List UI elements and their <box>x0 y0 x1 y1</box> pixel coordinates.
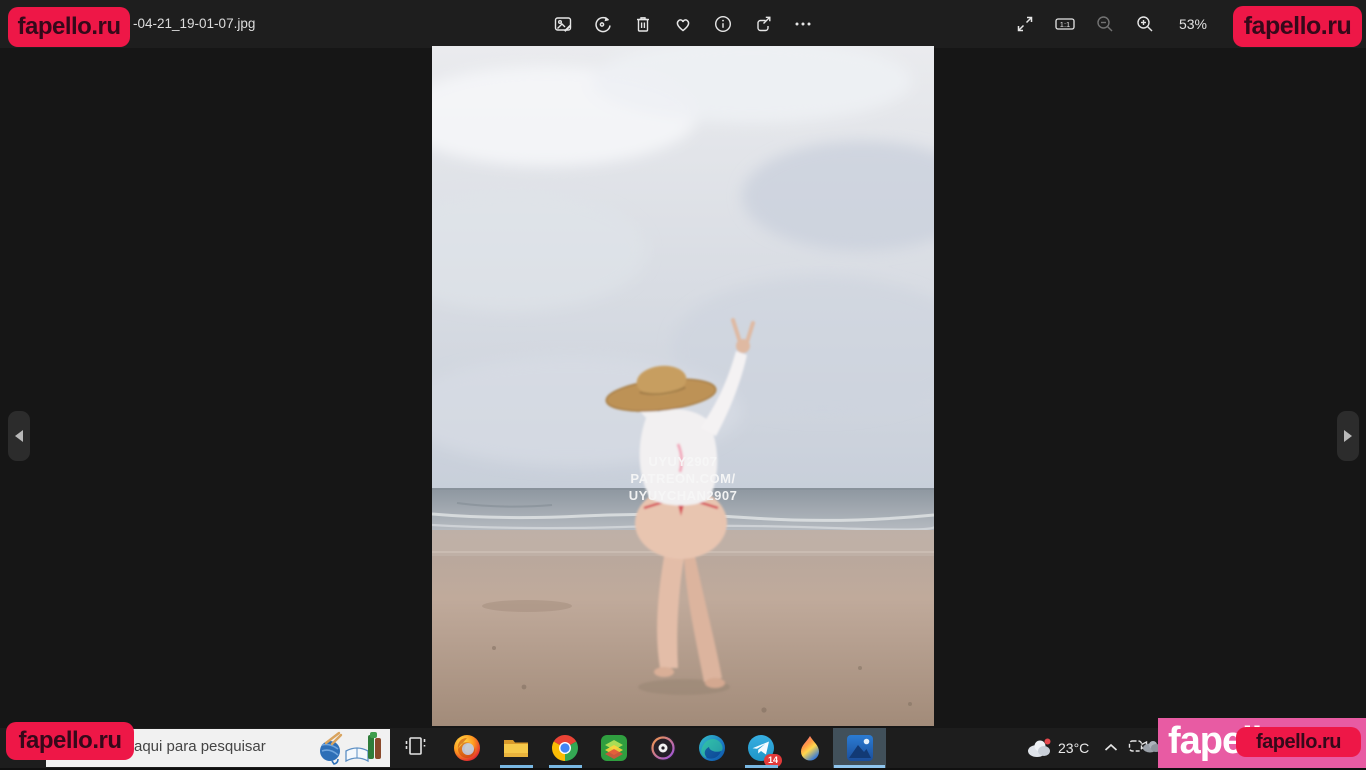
next-image-button[interactable] <box>1337 411 1359 461</box>
chrome-icon <box>550 733 580 763</box>
edit-image-icon <box>553 14 573 34</box>
svg-text:1:1: 1:1 <box>1060 20 1070 29</box>
media-disc-icon <box>648 733 678 763</box>
chevron-up-icon <box>1104 739 1118 757</box>
svg-text:UYUYCHAN2907: UYUYCHAN2907 <box>629 488 738 503</box>
watermark-badge-bottom-left: fapello.ru <box>6 722 134 760</box>
edge-taskbar-icon[interactable] <box>689 728 735 768</box>
tray-overflow-button[interactable] <box>1098 728 1124 768</box>
task-view-icon <box>404 734 428 763</box>
favorite-button[interactable] <box>665 6 701 42</box>
bluestacks-icon <box>599 733 629 763</box>
file-explorer-icon <box>501 733 531 763</box>
edit-image-button[interactable] <box>545 6 581 42</box>
watermark-badge-top-left: fapello.ru <box>8 7 130 47</box>
chevron-right-icon <box>1342 429 1354 443</box>
toolbar-center-group <box>545 6 821 42</box>
previous-image-button[interactable] <box>8 411 30 461</box>
watermark-badge-bottom-right: fapello.ru <box>1236 727 1361 757</box>
info-icon <box>713 14 733 34</box>
media-disc-taskbar-icon[interactable] <box>640 728 686 768</box>
paint-drop-icon <box>795 733 825 763</box>
bluestacks-taskbar-icon[interactable] <box>591 728 637 768</box>
svg-text:PATREON.COM/: PATREON.COM/ <box>630 471 735 486</box>
photo-viewport[interactable]: UYUY2907 PATREON.COM/ UYUYCHAN2907 <box>432 46 934 726</box>
photos-app-icon <box>845 733 875 763</box>
firefox-icon <box>452 733 482 763</box>
actual-size-button[interactable]: 1:1 <box>1047 6 1083 42</box>
file-explorer-taskbar-icon[interactable] <box>493 728 539 768</box>
zoom-in-button[interactable] <box>1127 6 1163 42</box>
weather-cloud-icon <box>1026 737 1052 759</box>
photos-app-taskbar-icon[interactable] <box>833 728 886 768</box>
toolbar-zoom-group: 1:1 53% <box>1007 6 1219 42</box>
more-dots-icon <box>793 14 813 34</box>
share-button[interactable] <box>745 6 781 42</box>
heart-icon <box>673 14 693 34</box>
photos-toolbar: -04-21_19-01-07.jpg <box>0 0 1366 48</box>
zoom-in-icon <box>1135 14 1155 34</box>
zoom-level-value: 53% <box>1167 6 1219 42</box>
trash-icon <box>633 14 653 34</box>
viewer-area: UYUY2907 PATREON.COM/ UYUYCHAN2907 <box>0 48 1366 728</box>
beach-photo: UYUY2907 PATREON.COM/ UYUYCHAN2907 <box>432 46 934 726</box>
edge-icon <box>697 733 727 763</box>
paint-drop-taskbar-icon[interactable] <box>787 728 833 768</box>
watermark-badge-top-right: fapello.ru <box>1233 6 1362 47</box>
share-icon <box>753 14 773 34</box>
chrome-taskbar-icon[interactable] <box>542 728 588 768</box>
zoom-out-button[interactable] <box>1087 6 1123 42</box>
weather-tray-button[interactable] <box>1022 728 1056 768</box>
firefox-taskbar-icon[interactable] <box>444 728 490 768</box>
tray-temperature[interactable]: 23°C <box>1058 740 1089 756</box>
photos-app-window: -04-21_19-01-07.jpg <box>0 0 1366 768</box>
rotate-button[interactable] <box>585 6 621 42</box>
zoom-out-icon <box>1095 14 1115 34</box>
actual-size-icon: 1:1 <box>1054 14 1076 34</box>
fullscreen-icon <box>1015 14 1035 34</box>
search-box-text: aqui para pesquisar <box>134 738 266 755</box>
telegram-taskbar-icon[interactable]: 14 <box>738 728 784 768</box>
svg-text:UYUY2907: UYUY2907 <box>648 454 717 469</box>
task-view-button[interactable] <box>393 728 439 768</box>
rotate-icon <box>593 14 613 34</box>
more-options-button[interactable] <box>785 6 821 42</box>
bing-daily-illustration-icon <box>312 731 386 770</box>
info-button[interactable] <box>705 6 741 42</box>
image-filename: -04-21_19-01-07.jpg <box>133 16 255 31</box>
fullscreen-button[interactable] <box>1007 6 1043 42</box>
chevron-left-icon <box>13 429 25 443</box>
delete-button[interactable] <box>625 6 661 42</box>
